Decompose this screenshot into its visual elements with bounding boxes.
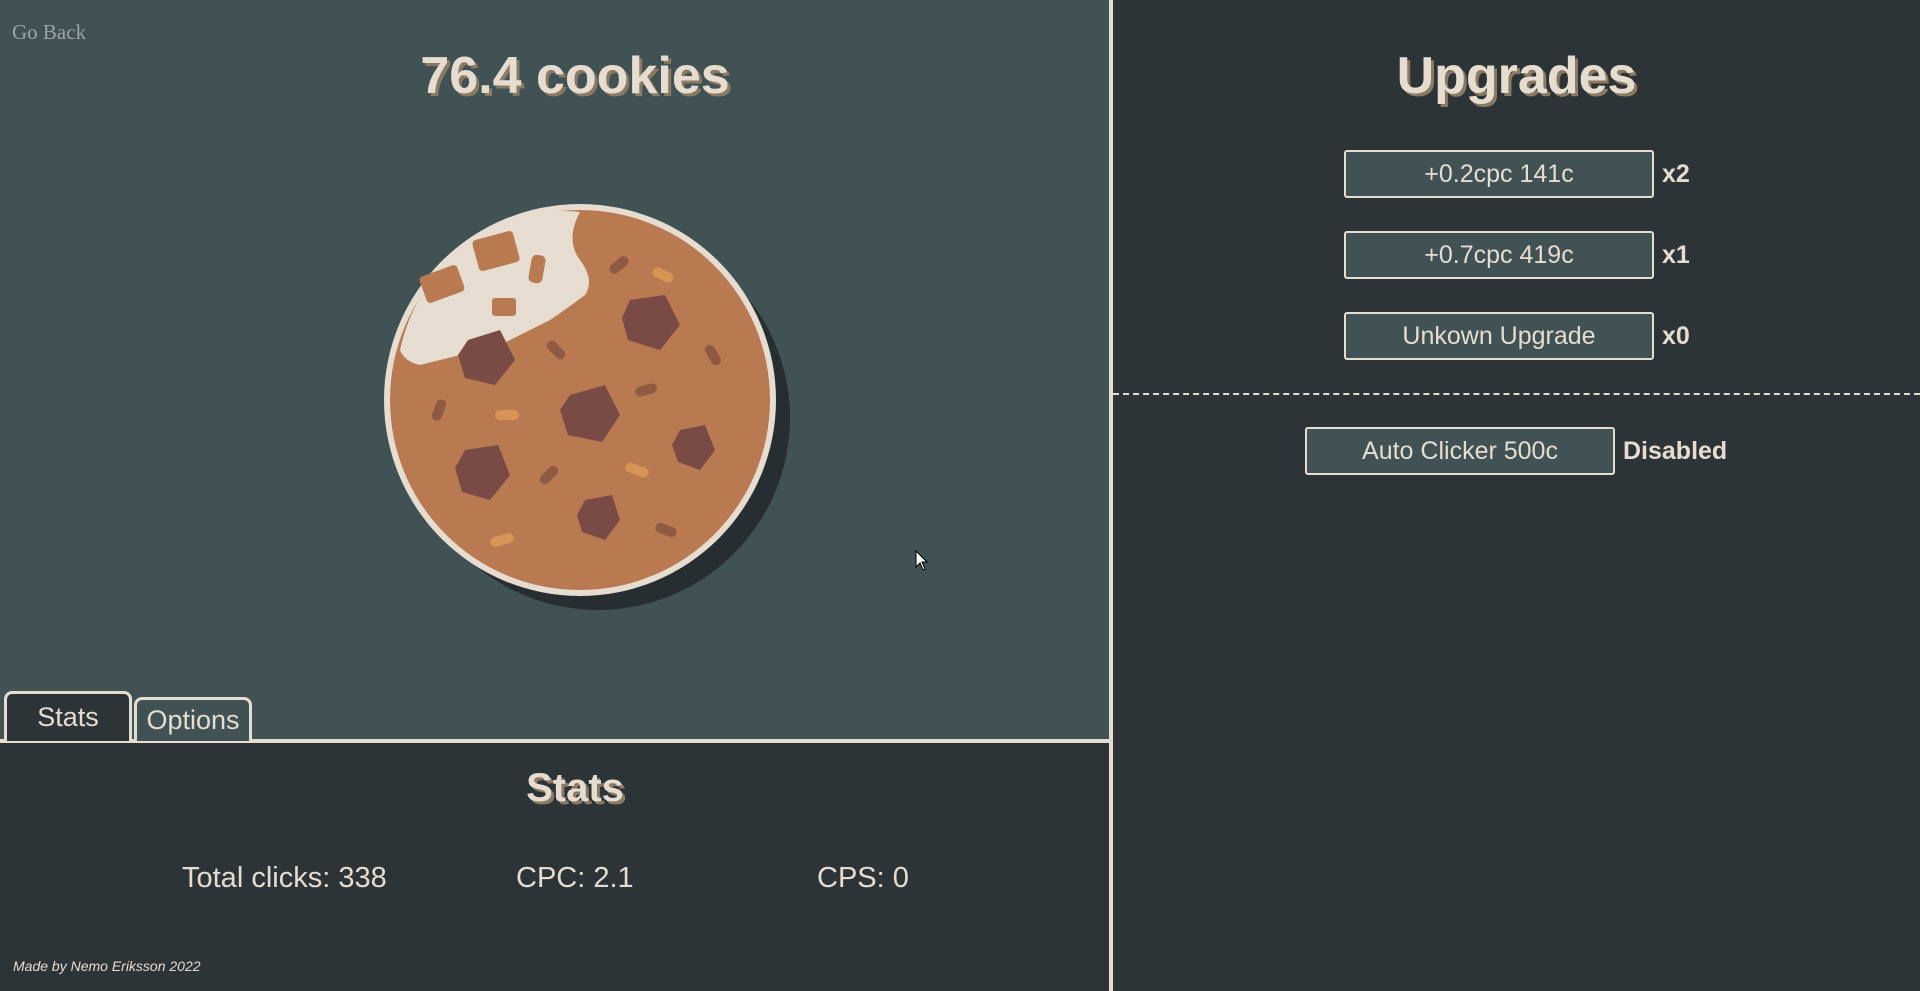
upgrades-panel — [1113, 0, 1920, 991]
tab-stats[interactable]: Stats — [4, 691, 132, 741]
mouse-cursor-icon — [915, 550, 929, 571]
upgrade-count-1: x2 — [1662, 160, 1690, 188]
tab-options[interactable]: Options — [134, 697, 252, 741]
cookie-button[interactable] — [380, 200, 790, 610]
upgrade-button-1[interactable]: +0.2cpc 141c — [1344, 150, 1654, 198]
upgrade-count-3: x0 — [1662, 322, 1690, 350]
auto-clicker-status: Disabled — [1623, 437, 1728, 465]
go-back-link[interactable]: Go Back — [12, 20, 86, 45]
vertical-divider — [1109, 0, 1113, 991]
footer-credit: Made by Nemo Eriksson 2022 — [13, 958, 201, 974]
total-clicks-stat: Total clicks: 338 — [182, 862, 387, 894]
cpc-stat: CPC: 2.1 — [516, 862, 634, 894]
upgrades-title: Upgrades — [1396, 47, 1637, 105]
auto-clicker-button[interactable]: Auto Clicker 500c — [1305, 427, 1615, 475]
stats-title: Stats — [526, 766, 624, 810]
upgrade-button-3[interactable]: Unkown Upgrade — [1344, 312, 1654, 360]
cps-stat: CPS: 0 — [817, 862, 909, 894]
cookie-icon — [384, 204, 790, 610]
upgrade-count-2: x1 — [1662, 241, 1690, 269]
upgrade-button-2[interactable]: +0.7cpc 419c — [1344, 231, 1654, 279]
cookie-count: 76.4 cookies — [420, 47, 730, 105]
upgrades-separator — [1113, 393, 1920, 395]
